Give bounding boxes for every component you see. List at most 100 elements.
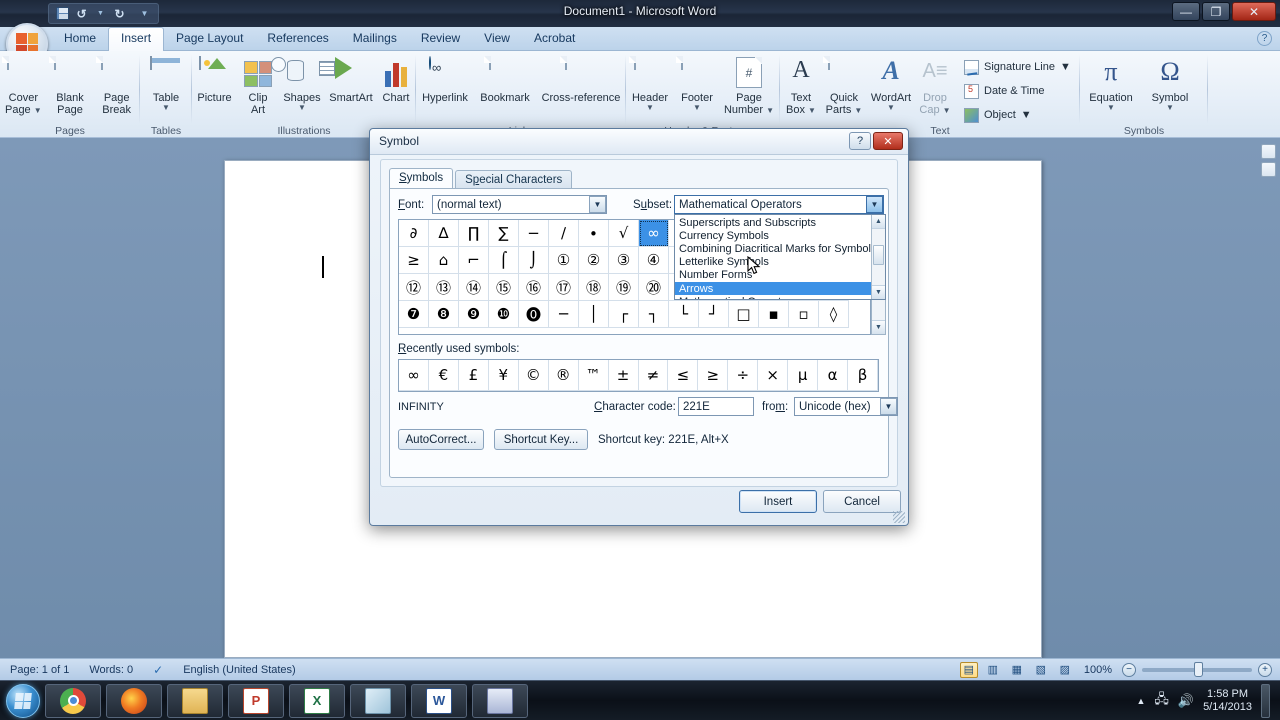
tab-page-layout[interactable]: Page Layout [164,28,255,51]
recently-used-symbol[interactable]: ≠ [638,360,669,391]
symbol-cell[interactable]: ❾ [459,301,489,328]
symbol-cell[interactable]: ⌂ [429,247,459,274]
symbol-cell[interactable]: ❿ [489,301,519,328]
symbol-cell[interactable]: ❽ [429,301,459,328]
symbol-cell[interactable]: ① [549,247,579,274]
symbol-cell[interactable]: ⌠ [489,247,519,274]
recently-used-symbol[interactable]: € [428,360,459,391]
symbol-cell[interactable]: ② [579,247,609,274]
insert-button[interactable]: Insert [739,490,817,513]
symbol-cell[interactable]: ∂ [399,220,429,247]
taskbar-item-media[interactable] [472,683,528,718]
quick-parts-button[interactable]: Quick Parts ▼ [822,54,866,116]
font-combo[interactable]: (normal text) ▼ [432,195,607,214]
symbol-cell[interactable]: ≥ [399,247,429,274]
tab-review[interactable]: Review [409,28,472,51]
symbol-cell[interactable]: − [519,220,549,247]
recently-used-symbol[interactable]: ® [548,360,579,391]
from-combo[interactable]: Unicode (hex) ▼ [794,397,898,416]
subset-option[interactable]: Combining Diacritical Marks for Symbols [675,242,871,255]
cross-reference-button[interactable]: Cross-reference [536,54,626,104]
subset-option[interactable]: Mathematical Operators [675,295,871,299]
recently-used-symbol[interactable]: × [758,360,789,391]
symbol-cell[interactable]: ⑳ [639,274,669,301]
subset-option[interactable]: Arrows [675,281,871,296]
taskbar-item-file-explorer[interactable] [167,683,223,718]
signature-line-button[interactable]: Signature Line ▼ [960,56,1075,78]
symbol-cell[interactable]: ∞ [639,220,669,247]
table-button[interactable]: Table ▼ [140,54,192,112]
object-dropdown-icon[interactable]: ▼ [1021,109,1032,121]
symbol-cell[interactable]: ∏ [459,220,489,247]
cancel-button[interactable]: Cancel [823,490,901,513]
symbol-cell[interactable]: ⓿ [519,301,549,328]
symbol-cell[interactable]: ⑮ [489,274,519,301]
page-indicator[interactable]: Page: 1 of 1 [0,664,79,676]
web-layout-icon[interactable]: ▦ [1008,662,1026,678]
dropdown-scroll-up-icon[interactable]: ▲ [872,215,885,229]
language-indicator[interactable]: English (United States) [173,664,306,676]
subset-dropdown-scrollbar[interactable]: ▲ ▼ [871,215,885,299]
subset-option[interactable]: Currency Symbols [675,229,871,242]
subset-option[interactable]: Number Forms [675,269,871,282]
help-icon[interactable]: ? [1257,31,1272,46]
header-button[interactable]: Header ▼ [626,54,674,112]
show-hidden-icons-arrow[interactable]: ▲ [1136,696,1145,706]
recently-used-symbol[interactable]: ¥ [488,360,519,391]
recently-used-symbol[interactable]: α [818,360,849,391]
symbol-cell[interactable]: ③ [609,247,639,274]
header-dropdown-icon[interactable]: ▼ [646,104,654,112]
symbol-cell[interactable]: ⑱ [579,274,609,301]
symbol-cell[interactable]: ∕ [549,220,579,247]
wordart-button[interactable]: A WordArt ▼ [866,54,916,112]
tab-special-characters[interactable]: Special Characters [455,170,573,189]
symbol-cell[interactable]: ④ [639,247,669,274]
subset-option[interactable]: Letterlike Symbols [675,256,871,269]
symbol-cell[interactable]: ∙ [579,220,609,247]
subset-option[interactable]: Superscripts and Subscripts [675,216,871,229]
minimize-button[interactable]: — [1172,2,1200,21]
close-button[interactable]: ✕ [1232,2,1276,21]
symbol-cell[interactable]: └ [669,301,699,328]
dropdown-scroll-down-icon[interactable]: ▼ [872,285,885,299]
recently-used-symbol[interactable]: μ [788,360,819,391]
ruler-toggle-icon[interactable] [1261,144,1276,159]
cover-page-button[interactable]: Cover Page ▼ [0,54,47,116]
blank-page-button[interactable]: Blank Page [47,54,94,116]
taskbar-item-firefox[interactable] [106,683,162,718]
recently-used-symbol[interactable]: β [848,360,878,391]
network-icon[interactable]: 🖧 [1154,690,1169,712]
font-dropdown-icon[interactable]: ▼ [589,196,606,213]
full-screen-reading-icon[interactable]: ▥ [984,662,1002,678]
shapes-dropdown-icon[interactable]: ▼ [298,104,306,112]
picture-button[interactable]: Picture [192,54,237,104]
symbol-cell[interactable]: ⑭ [459,274,489,301]
zoom-out-button[interactable]: − [1122,662,1136,677]
symbol-cell[interactable]: ❼ [399,301,429,328]
symbol-cell[interactable]: ◊ [819,301,849,328]
restore-button[interactable]: ❐ [1202,2,1230,21]
zoom-slider-thumb[interactable] [1194,661,1203,677]
symbol-cell[interactable]: ┐ [639,301,669,328]
recently-used-symbol[interactable]: ÷ [728,360,759,391]
table-dropdown-icon[interactable]: ▼ [162,104,170,112]
taskbar-item-word[interactable]: W [411,683,467,718]
scroll-up-icon[interactable] [1261,162,1276,177]
zoom-in-button[interactable]: + [1258,662,1272,677]
character-code-input[interactable]: 221E [678,397,754,416]
recently-used-symbol[interactable]: ± [608,360,639,391]
date-time-button[interactable]: Date & Time [960,80,1075,102]
symbol-dropdown-icon[interactable]: ▼ [1166,104,1174,112]
spellcheck-icon[interactable]: ✓ [143,663,173,677]
symbol-cell[interactable]: ∑ [489,220,519,247]
page-number-button[interactable]: # Page Number ▼ [720,54,778,116]
symbol-cell[interactable]: ⑰ [549,274,579,301]
tab-insert[interactable]: Insert [108,27,165,51]
tab-mailings[interactable]: Mailings [341,28,409,51]
show-desktop-button[interactable] [1261,683,1270,718]
tab-acrobat[interactable]: Acrobat [522,28,587,51]
symbol-cell[interactable]: √ [609,220,639,247]
symbol-button[interactable]: Ω Symbol ▼ [1142,54,1198,112]
tab-home[interactable]: Home [52,28,108,51]
symbol-cell[interactable]: ⑲ [609,274,639,301]
